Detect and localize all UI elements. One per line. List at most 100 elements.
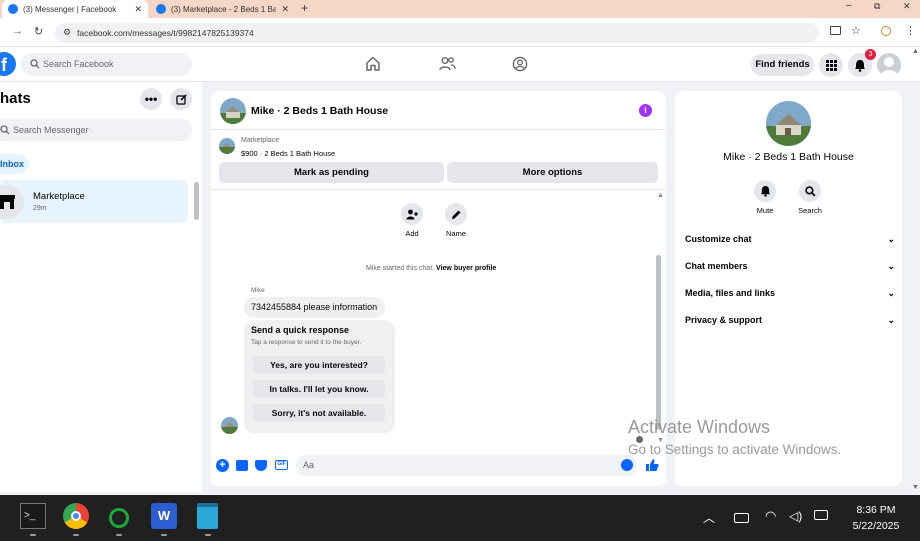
activate-windows-subtitle: Go to Settings to activate Windows. bbox=[628, 442, 842, 457]
quick-reply-button[interactable]: In talks. I'll let you know. bbox=[253, 380, 385, 398]
windows-taskbar bbox=[0, 495, 920, 541]
bookmark-star-icon[interactable]: ☆ bbox=[851, 24, 861, 37]
facebook-search-input[interactable]: Search Facebook bbox=[21, 53, 192, 76]
add-people-button[interactable] bbox=[401, 203, 423, 225]
details-name: Mike · 2 Beds 1 Bath House bbox=[723, 151, 854, 163]
more-dots-icon: ••• bbox=[144, 92, 158, 106]
details-avatar[interactable] bbox=[766, 101, 811, 146]
install-app-icon[interactable] bbox=[830, 26, 841, 35]
incoming-message-bubble[interactable]: 7342455884 please information bbox=[244, 297, 385, 318]
name-chat-button[interactable] bbox=[445, 203, 467, 225]
notepad-app-icon[interactable] bbox=[197, 503, 218, 529]
site-info-icon[interactable]: ⚙ bbox=[63, 27, 71, 38]
chevron-down-icon: ⌄ bbox=[887, 288, 895, 298]
privacy-support-row[interactable]: Privacy & support ⌄ bbox=[685, 315, 895, 326]
terminal-running-indicator bbox=[30, 534, 36, 536]
view-buyer-profile-link[interactable]: View buyer profile bbox=[436, 265, 496, 272]
close-window-icon[interactable]: ✕ bbox=[903, 1, 911, 12]
activate-windows-title: Activate Windows bbox=[628, 417, 771, 437]
pencil-icon bbox=[451, 210, 460, 219]
browser-menu-icon[interactable]: ⋮ bbox=[905, 24, 916, 37]
app-running-indicator bbox=[116, 534, 122, 536]
chats-scrollbar[interactable] bbox=[194, 182, 199, 220]
tab-messenger[interactable]: (3) Messenger | Facebook ✕ bbox=[2, 0, 148, 18]
url-field[interactable]: ⚙ facebook.com/messages/t/99821478251393… bbox=[55, 23, 819, 43]
thumbs-up-icon[interactable] bbox=[645, 458, 659, 472]
listing-thumbnail bbox=[219, 138, 235, 154]
quick-reply-button[interactable]: Yes, are you interested? bbox=[253, 356, 385, 374]
page-scroll-down-icon[interactable]: ▼ bbox=[912, 484, 919, 491]
message-composer-input[interactable]: Aa bbox=[296, 455, 637, 476]
listing-summary[interactable]: $900 · 2 Beds 1 Bath House bbox=[241, 149, 335, 158]
wifi-icon[interactable]: ◠ bbox=[765, 508, 776, 524]
chrome-running-indicator bbox=[73, 534, 79, 536]
chevron-up-icon[interactable]: ︿ bbox=[703, 509, 715, 526]
marketplace-avatar bbox=[0, 185, 24, 219]
quick-reply-button[interactable]: Sorry, it's not available. bbox=[253, 404, 385, 422]
bell-icon bbox=[760, 185, 770, 197]
minimize-icon[interactable]: – bbox=[846, 0, 852, 11]
bell-icon bbox=[855, 59, 865, 72]
restore-icon[interactable]: ⧉ bbox=[874, 1, 880, 12]
search-icon bbox=[0, 125, 10, 135]
customize-chat-row[interactable]: Customize chat ⌄ bbox=[685, 234, 895, 245]
keyboard-icon[interactable] bbox=[734, 513, 749, 523]
new-message-button[interactable] bbox=[170, 88, 192, 110]
chat-list-item-marketplace[interactable]: Marketplace 29m bbox=[0, 180, 188, 223]
chat-members-row[interactable]: Chat members ⌄ bbox=[685, 261, 895, 272]
media-files-links-row[interactable]: Media, files and links ⌄ bbox=[685, 288, 895, 299]
new-tab-icon[interactable]: + bbox=[301, 1, 308, 15]
listing-source: Marketplace bbox=[241, 137, 280, 144]
close-tab-icon[interactable]: ✕ bbox=[134, 4, 142, 15]
word-app-icon[interactable]: W bbox=[151, 503, 177, 529]
friends-icon[interactable] bbox=[439, 56, 456, 71]
word-running-indicator bbox=[161, 534, 167, 536]
mark-as-pending-button[interactable]: Mark as pending bbox=[219, 162, 444, 183]
terminal-app-icon[interactable]: >_ bbox=[20, 503, 46, 529]
photo-icon[interactable] bbox=[236, 460, 248, 471]
messenger-search-input[interactable]: Search Messenger bbox=[0, 119, 192, 141]
conversation-avatar[interactable] bbox=[220, 98, 246, 124]
menu-grid-button[interactable] bbox=[819, 53, 843, 77]
house-photo-icon bbox=[219, 138, 235, 154]
chats-options-button[interactable]: ••• bbox=[140, 88, 162, 110]
emoji-icon[interactable] bbox=[621, 459, 633, 471]
notification-badge: 3 bbox=[865, 49, 876, 60]
conversation-title[interactable]: Mike · 2 Beds 1 Bath House bbox=[251, 105, 388, 117]
account-avatar[interactable] bbox=[877, 53, 901, 77]
reload-icon[interactable]: ↻ bbox=[34, 25, 43, 38]
house-photo-icon bbox=[220, 98, 246, 124]
volume-icon[interactable]: ◁) bbox=[789, 509, 802, 523]
conversation-scrollbar[interactable] bbox=[656, 255, 661, 430]
plus-icon[interactable]: + bbox=[216, 459, 229, 472]
page-scroll-up-icon[interactable]: ▲ bbox=[912, 48, 919, 55]
find-friends-button[interactable]: Find friends bbox=[751, 54, 814, 76]
mute-button[interactable] bbox=[754, 180, 776, 202]
close-tab-icon[interactable]: ✕ bbox=[281, 4, 289, 15]
profile-icon[interactable] bbox=[881, 26, 891, 36]
default-avatar-icon bbox=[880, 57, 898, 77]
add-person-icon bbox=[406, 209, 418, 219]
storefront-icon bbox=[0, 195, 15, 209]
info-icon[interactable]: i bbox=[639, 104, 652, 117]
search-icon bbox=[804, 185, 816, 197]
gif-icon[interactable]: GIF bbox=[275, 460, 288, 470]
profile-menu-icon[interactable] bbox=[512, 56, 528, 72]
chrome-app-icon[interactable] bbox=[63, 503, 89, 529]
clock-date[interactable]: 5/22/2025 bbox=[843, 520, 909, 532]
more-options-button[interactable]: More options bbox=[447, 162, 658, 183]
header-divider bbox=[211, 129, 666, 130]
sender-name: Mike bbox=[251, 287, 265, 294]
quick-response-title: Send a quick response bbox=[251, 325, 350, 335]
tab-marketplace[interactable]: (3) Marketplace - 2 Beds 1 Bath ✕ bbox=[150, 0, 295, 18]
scroll-up-icon[interactable]: ▲ bbox=[657, 192, 664, 199]
green-circle-app-icon[interactable] bbox=[109, 508, 129, 528]
forward-icon[interactable]: → bbox=[12, 25, 23, 37]
inbox-filter-chip[interactable]: Inbox bbox=[0, 154, 29, 174]
compose-icon bbox=[175, 93, 187, 105]
battery-charging-icon[interactable] bbox=[814, 510, 828, 520]
facebook-favicon-icon bbox=[156, 4, 166, 14]
search-conversation-button[interactable] bbox=[799, 180, 821, 202]
home-icon[interactable] bbox=[365, 56, 381, 71]
clock-time[interactable]: 8:36 PM bbox=[843, 504, 909, 516]
